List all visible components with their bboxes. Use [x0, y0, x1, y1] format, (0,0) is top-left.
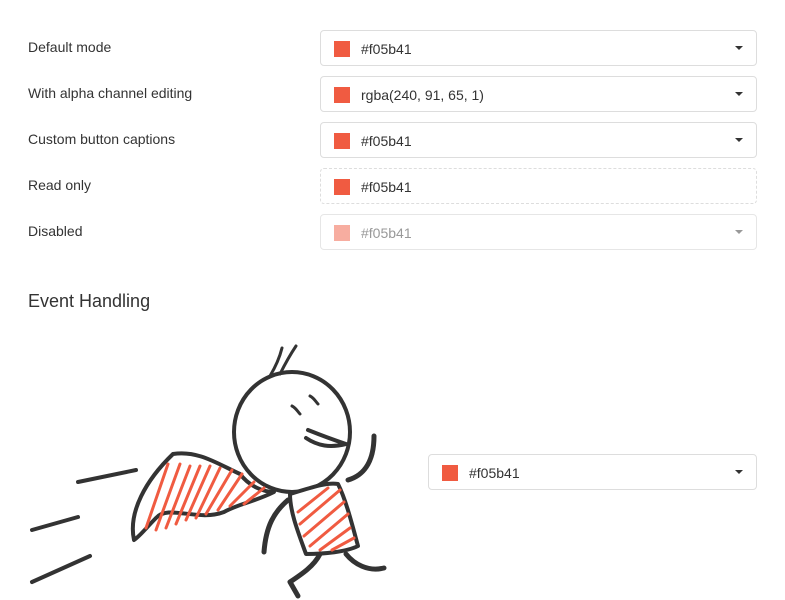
dropdown-caret-icon[interactable] — [735, 92, 743, 96]
color-value[interactable]: #f05b41 — [361, 133, 412, 149]
custom-captions-label: Custom button captions — [28, 131, 176, 147]
default-mode-label: Default mode — [28, 39, 112, 55]
color-value: #f05b41 — [361, 225, 412, 241]
default-mode-color-box[interactable]: #f05b41 — [320, 30, 757, 66]
alpha-channel-label: With alpha channel editing — [28, 85, 193, 101]
color-swatch — [334, 41, 350, 57]
color-swatch — [442, 465, 458, 481]
color-swatch — [334, 133, 350, 149]
color-value[interactable]: rgba(240, 91, 65, 1) — [361, 87, 484, 103]
color-swatch — [334, 179, 350, 195]
color-value[interactable]: #f05b41 — [469, 465, 520, 481]
event-handling-color-box[interactable]: #f05b41 — [428, 454, 757, 490]
custom-captions-color-box[interactable]: #f05b41 — [320, 122, 757, 158]
dropdown-caret-icon[interactable] — [735, 138, 743, 142]
running-superhero-illustration — [30, 344, 387, 599]
disabled-row: Disabled #f05b41 — [28, 214, 757, 250]
color-value[interactable]: #f05b41 — [361, 179, 412, 195]
event-handling-heading: Event Handling — [28, 291, 151, 311]
dropdown-caret-icon — [735, 230, 743, 234]
read-only-row: Read only #f05b41 — [28, 168, 757, 204]
read-only-color-box[interactable]: #f05b41 — [320, 168, 757, 204]
read-only-label: Read only — [28, 177, 92, 193]
disabled-color-box: #f05b41 — [320, 214, 757, 250]
alpha-channel-color-box[interactable]: rgba(240, 91, 65, 1) — [320, 76, 757, 112]
color-swatch — [334, 225, 350, 241]
default-mode-row: Default mode #f05b41 — [28, 30, 757, 66]
dropdown-caret-icon[interactable] — [735, 46, 743, 50]
alpha-channel-row: With alpha channel editing rgba(240, 91,… — [28, 76, 757, 112]
custom-captions-row: Custom button captions #f05b41 — [28, 122, 757, 158]
color-value[interactable]: #f05b41 — [361, 41, 412, 57]
dropdown-caret-icon[interactable] — [735, 470, 743, 474]
color-swatch — [334, 87, 350, 103]
disabled-label: Disabled — [28, 223, 83, 239]
